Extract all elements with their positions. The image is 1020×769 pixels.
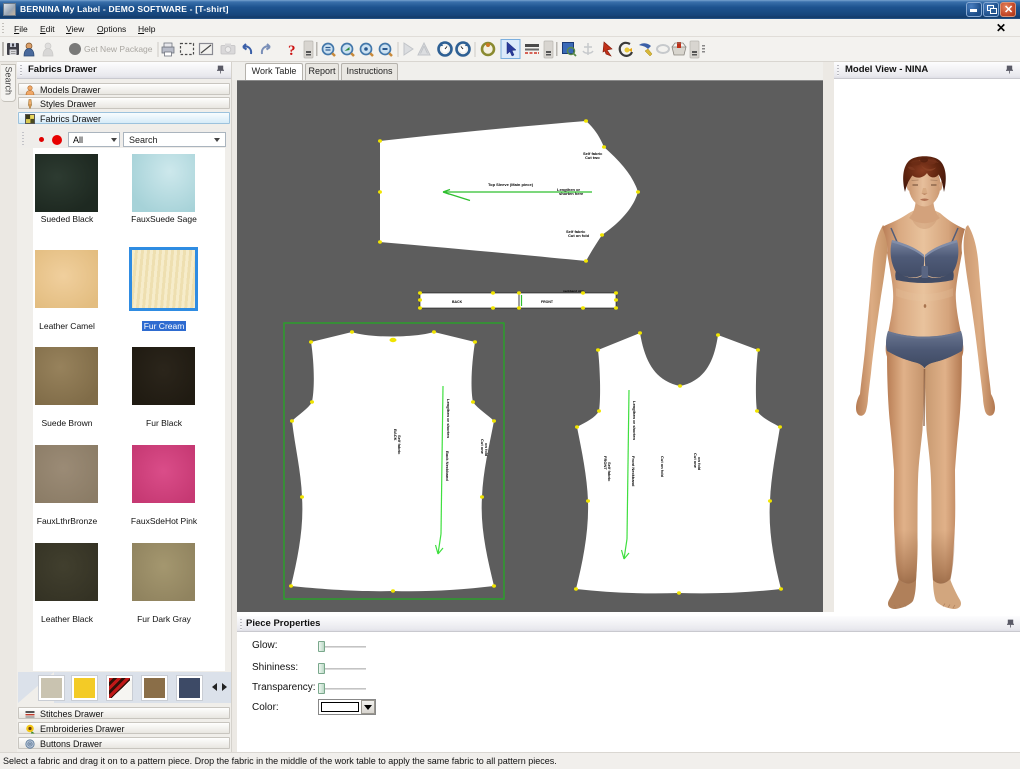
svg-text:Cut two: Cut two [585, 155, 600, 160]
svg-text:Lengthen or shorten: Lengthen or shorten [446, 399, 451, 438]
svg-text:shorten here: shorten here [559, 191, 584, 196]
svg-text:Front Neckband: Front Neckband [631, 456, 636, 487]
svg-text:Top Sleeve (Main piece): Top Sleeve (Main piece) [488, 182, 534, 187]
svg-text:BACK: BACK [452, 300, 463, 304]
svg-text:Lengthen or shorten: Lengthen or shorten [632, 401, 637, 440]
svg-text:Get New Package: Get New Package [84, 44, 153, 54]
svg-text:Self fabric: Self fabric [397, 435, 402, 455]
svg-text:?: ? [288, 43, 296, 59]
svg-text:on fold: on fold [697, 457, 702, 471]
svg-text:Cut on fold: Cut on fold [568, 233, 590, 238]
svg-text:Self fabric: Self fabric [607, 462, 612, 482]
svg-text:FRONT: FRONT [541, 300, 554, 304]
svg-text:Back Neckband: Back Neckband [445, 451, 450, 481]
svg-text:Cut on fold: Cut on fold [660, 456, 665, 478]
svg-text:on fold: on fold [484, 443, 489, 457]
